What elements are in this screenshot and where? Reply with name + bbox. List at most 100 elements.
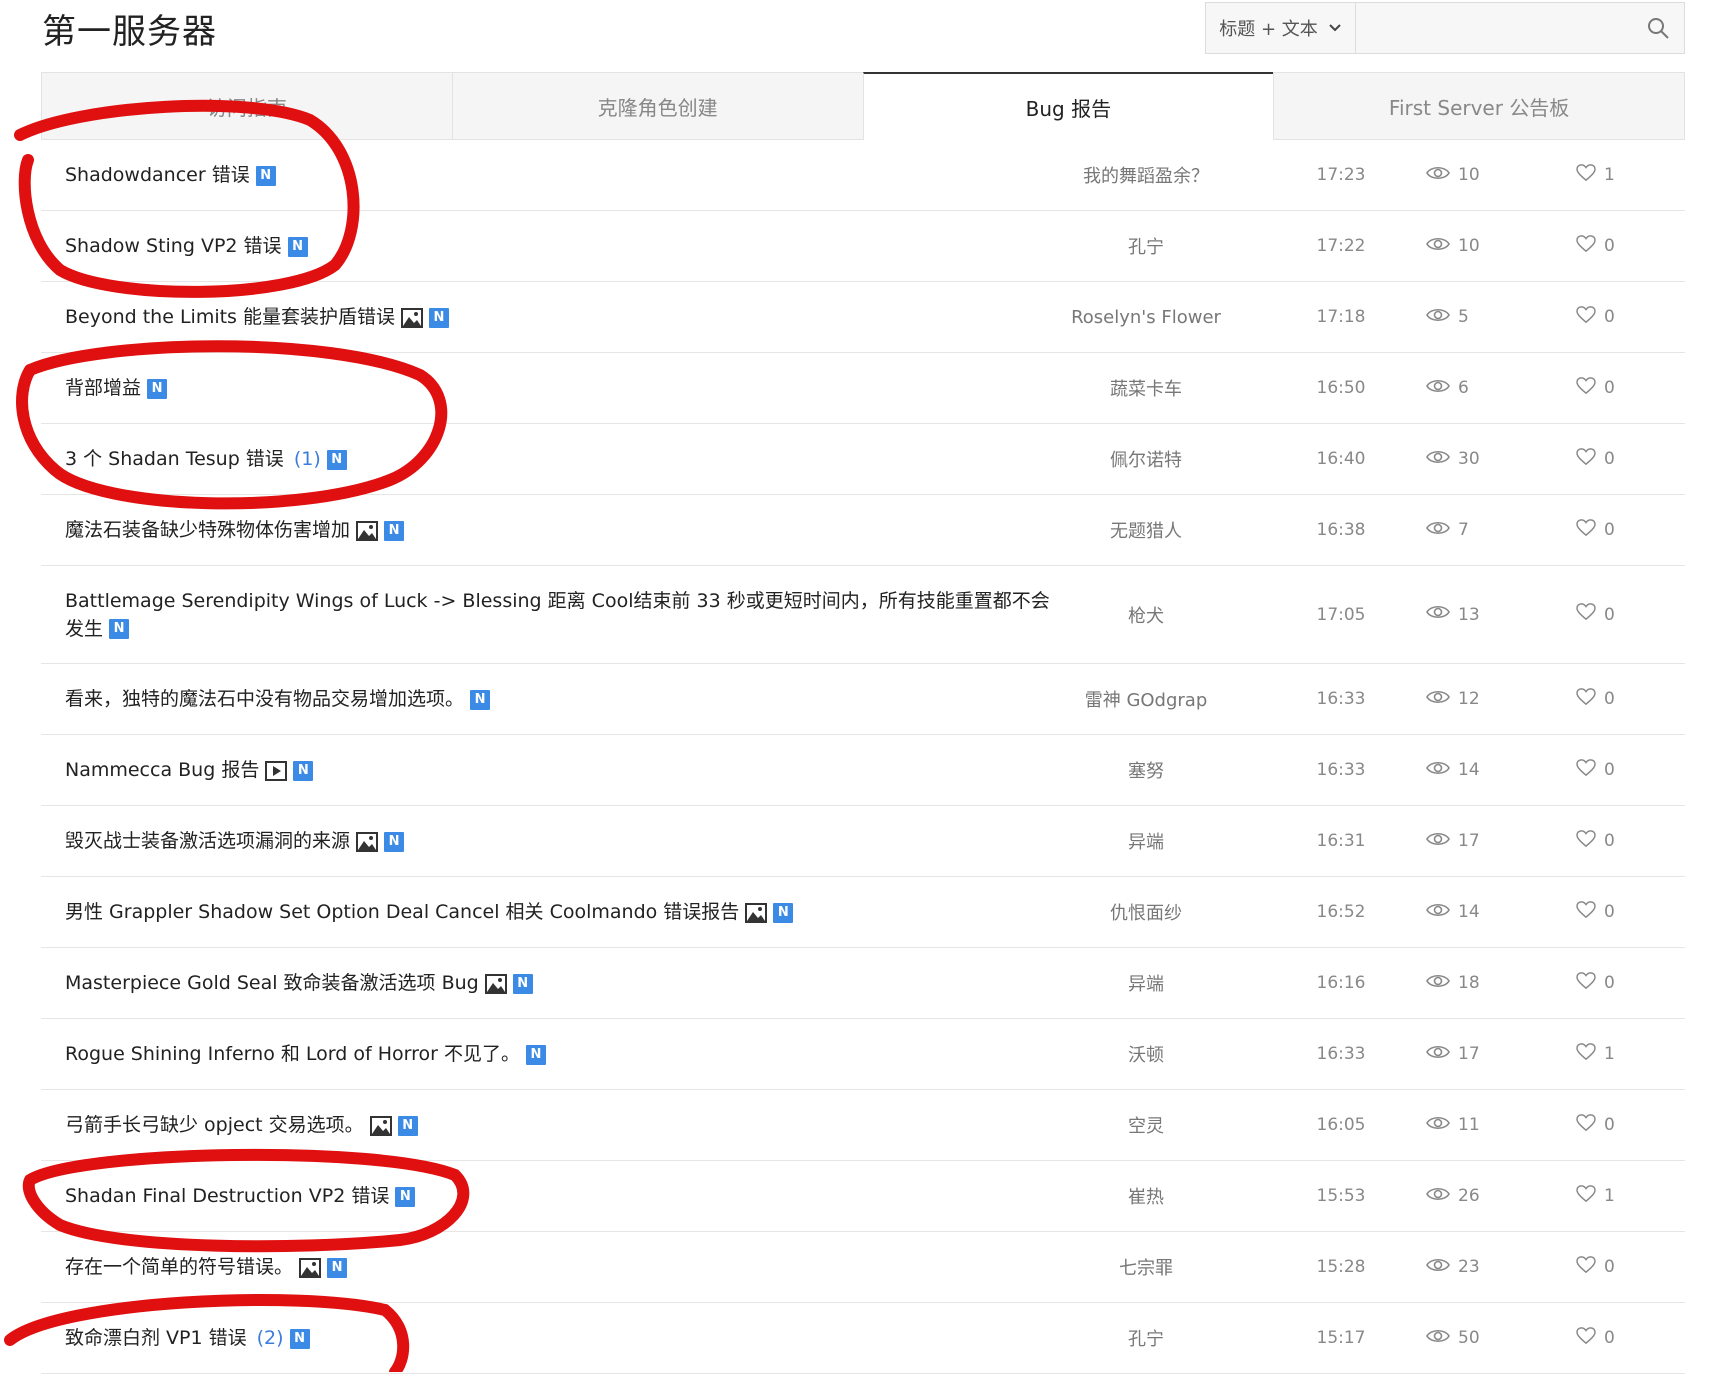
post-title[interactable]: 存在一个简单的符号错误。 xyxy=(65,1256,293,1278)
table-row[interactable]: Beyond the Limits 能量套装护盾错误 N Roselyn's Flo… xyxy=(41,282,1685,353)
table-row[interactable]: Nammecca Bug 报告 N 塞努 16:33 14 0 xyxy=(41,735,1685,806)
search-input[interactable] xyxy=(1356,3,1632,53)
post-title-wrap: 弓箭手长弓缺少 opject 交易选项。 N xyxy=(65,1111,418,1139)
page-title: 第一服务器 xyxy=(42,12,217,52)
post-author[interactable]: Roselyn's Flower xyxy=(1001,282,1291,352)
post-title[interactable]: 魔法石装备缺少特殊物体伤害增加 xyxy=(65,519,350,541)
table-row[interactable]: Shadow Sting VP2 错误 N 孔宁 17:22 10 0 xyxy=(41,211,1685,282)
image-icon xyxy=(401,307,423,328)
post-title[interactable]: Shadan Final Destruction VP2 错误 xyxy=(65,1185,389,1207)
post-title-cell: 毁灭战士装备激活选项漏洞的来源 N xyxy=(65,806,1065,876)
post-title-wrap: Rogue Shining Inferno 和 Lord of Horror 不… xyxy=(65,1040,546,1068)
new-badge-icon: N xyxy=(525,1044,546,1065)
post-author[interactable]: 雷神 GOdgrap xyxy=(1001,664,1291,734)
search-button[interactable] xyxy=(1632,3,1684,53)
post-author[interactable]: 孔宁 xyxy=(1001,211,1291,281)
post-title[interactable]: 致命漂白剂 VP1 错误 xyxy=(65,1327,247,1349)
post-title[interactable]: Masterpiece Gold Seal 致命装备激活选项 Bug xyxy=(65,972,479,994)
tab-notice-board[interactable]: First Server 公告板 xyxy=(1273,72,1685,140)
post-author[interactable]: 塞努 xyxy=(1001,735,1291,805)
table-row[interactable]: 魔法石装备缺少特殊物体伤害增加 N 无题猎人 16:38 7 0 xyxy=(41,495,1685,566)
tab-bar: 访问指南 克隆角色创建 Bug 报告 First Server 公告板 xyxy=(41,72,1685,140)
tab-guide[interactable]: 访问指南 xyxy=(41,72,452,140)
post-views: 30 xyxy=(1426,424,1536,494)
table-row[interactable]: 男性 Grappler Shadow Set Option Deal Cance… xyxy=(41,877,1685,948)
comment-count: (1) xyxy=(293,448,321,470)
eye-icon xyxy=(1426,902,1450,923)
view-count: 11 xyxy=(1458,1115,1480,1135)
post-author[interactable]: 佩尔诺特 xyxy=(1001,424,1291,494)
post-title-cell: Battlemage Serendipity Wings of Luck -> … xyxy=(65,566,1065,663)
post-author[interactable]: 孔宁 xyxy=(1001,1303,1291,1373)
post-title-wrap: 毁灭战士装备激活选项漏洞的来源 N xyxy=(65,827,405,855)
eye-icon xyxy=(1426,760,1450,781)
post-author[interactable]: 沃顿 xyxy=(1001,1019,1291,1089)
post-list: Shadowdancer 错误 N 我的舞蹈盈余？ 17:23 10 1 Shadow St… xyxy=(41,140,1685,1374)
search-box: 标题 + 文本 xyxy=(1205,2,1685,54)
post-time: 16:16 xyxy=(1316,973,1366,993)
new-badge-icon: N xyxy=(293,760,314,781)
post-title-cell: 男性 Grappler Shadow Set Option Deal Cance… xyxy=(65,877,1065,947)
post-author[interactable]: 无题猎人 xyxy=(1001,495,1291,565)
post-time: 16:33 xyxy=(1316,1044,1366,1064)
post-views: 18 xyxy=(1426,948,1536,1018)
post-title-wrap: 致命漂白剂 VP1 错误 (2) N xyxy=(65,1324,310,1352)
post-author[interactable]: 我的舞蹈盈余？ xyxy=(1001,140,1291,210)
table-row[interactable]: 背部增益 N 蔬菜卡车 16:50 6 0 xyxy=(41,353,1685,424)
post-author[interactable]: 七宗罪 xyxy=(1001,1232,1291,1302)
post-title[interactable]: 弓箭手长弓缺少 opject 交易选项。 xyxy=(65,1114,364,1136)
table-row[interactable]: Shadowdancer 错误 N 我的舞蹈盈余？ 17:23 10 1 xyxy=(41,140,1685,211)
post-author[interactable]: 崔热 xyxy=(1001,1161,1291,1231)
like-count: 0 xyxy=(1604,1328,1615,1348)
image-icon xyxy=(369,1115,392,1136)
post-views: 11 xyxy=(1426,1090,1536,1160)
post-title[interactable]: Beyond the Limits 能量套装护盾错误 xyxy=(65,306,395,328)
post-author[interactable]: 异端 xyxy=(1001,806,1291,876)
table-row[interactable]: Battlemage Serendipity Wings of Luck -> … xyxy=(41,566,1685,664)
post-title[interactable]: Shadow Sting VP2 错误 xyxy=(65,235,282,257)
view-count: 5 xyxy=(1458,307,1469,327)
table-row[interactable]: 看来，独特的魔法石中没有物品交易增加选项。 N 雷神 GOdgrap 16:33 12 0 xyxy=(41,664,1685,735)
table-row[interactable]: 存在一个简单的符号错误。 N 七宗罪 15:28 23 0 xyxy=(41,1232,1685,1303)
post-title[interactable]: 看来，独特的魔法石中没有物品交易增加选项。 xyxy=(65,688,464,710)
table-row[interactable]: 3 个 Shadan Tesup 错误 (1) N 佩尔诺特 16:40 30 0 xyxy=(41,424,1685,495)
image-icon xyxy=(299,1257,322,1278)
post-likes: 0 xyxy=(1576,353,1666,423)
like-count: 0 xyxy=(1604,831,1615,851)
post-author[interactable]: 蔬菜卡车 xyxy=(1001,353,1291,423)
post-likes: 0 xyxy=(1576,806,1666,876)
post-title[interactable]: Rogue Shining Inferno 和 Lord of Horror 不… xyxy=(65,1043,520,1065)
tab-bug-report[interactable]: Bug 报告 xyxy=(862,72,1274,140)
post-title[interactable]: 毁灭战士装备激活选项漏洞的来源 xyxy=(65,830,350,852)
post-views: 12 xyxy=(1426,664,1536,734)
post-title[interactable]: 3 个 Shadan Tesup 错误 xyxy=(65,448,284,470)
image-icon xyxy=(356,831,379,852)
tab-clone-character[interactable]: 克隆角色创建 xyxy=(451,72,863,140)
table-row[interactable]: 毁灭战士装备激活选项漏洞的来源 N 异端 16:31 17 0 xyxy=(41,806,1685,877)
post-title[interactable]: 背部增益 xyxy=(65,377,141,399)
post-author[interactable]: 空灵 xyxy=(1001,1090,1291,1160)
table-row[interactable]: Shadan Final Destruction VP2 错误 N 崔热 15:53 2… xyxy=(41,1161,1685,1232)
search-scope-select[interactable]: 标题 + 文本 xyxy=(1206,3,1356,53)
post-author[interactable]: 枪犬 xyxy=(1001,566,1291,663)
post-title-wrap: Nammecca Bug 报告 N xyxy=(65,756,314,784)
post-title[interactable]: Shadowdancer 错误 xyxy=(65,164,250,186)
post-author[interactable]: 仇恨面纱 xyxy=(1001,877,1291,947)
eye-icon xyxy=(1426,165,1450,186)
post-title[interactable]: 男性 Grappler Shadow Set Option Deal Cance… xyxy=(65,901,739,923)
post-title[interactable]: Nammecca Bug 报告 xyxy=(65,759,259,781)
table-row[interactable]: Masterpiece Gold Seal 致命装备激活选项 Bug N 异端 16:… xyxy=(41,948,1685,1019)
table-row[interactable]: Rogue Shining Inferno 和 Lord of Horror 不… xyxy=(41,1019,1685,1090)
like-count: 1 xyxy=(1604,1044,1615,1064)
post-title-cell: Beyond the Limits 能量套装护盾错误 N xyxy=(65,282,1065,352)
heart-icon xyxy=(1576,1113,1596,1137)
post-author[interactable]: 异端 xyxy=(1001,948,1291,1018)
table-row[interactable]: 致命漂白剂 VP1 错误 (2) N 孔宁 15:17 50 0 xyxy=(41,1303,1685,1374)
post-title-cell: 背部增益 N xyxy=(65,353,1065,423)
post-title[interactable]: Battlemage Serendipity Wings of Luck -> … xyxy=(65,590,1050,640)
post-time: 15:17 xyxy=(1316,1328,1366,1348)
new-badge-icon: N xyxy=(147,378,168,399)
table-row[interactable]: 弓箭手长弓缺少 opject 交易选项。 N 空灵 16:05 11 0 xyxy=(41,1090,1685,1161)
new-badge-icon: N xyxy=(429,307,449,328)
heart-icon xyxy=(1576,603,1596,626)
